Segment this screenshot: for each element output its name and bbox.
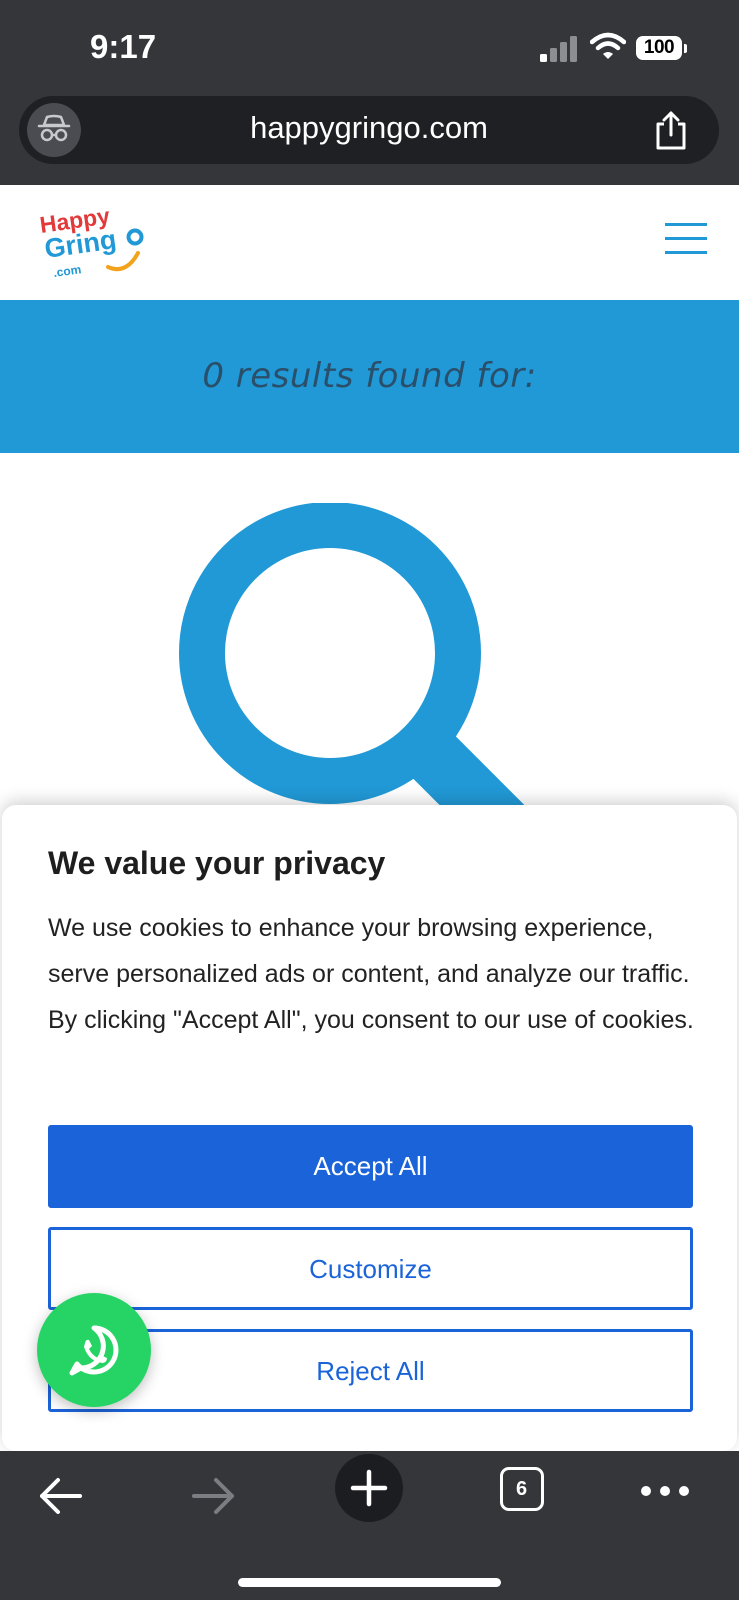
whatsapp-icon xyxy=(69,1325,119,1376)
cookie-title: We value your privacy xyxy=(48,845,386,881)
browser-address-bar: happygringo.com xyxy=(0,96,739,185)
battery-icon: 100 xyxy=(636,36,688,62)
plus-icon xyxy=(350,1469,388,1507)
whatsapp-button[interactable] xyxy=(37,1293,151,1407)
svg-text:.com: .com xyxy=(52,262,82,280)
more-icon[interactable] xyxy=(640,1485,690,1497)
cellular-signal-icon xyxy=(540,36,577,62)
search-results-banner: 0 results found for: xyxy=(0,300,739,453)
status-bar: 9:17 100 xyxy=(0,0,739,96)
forward-arrow-icon[interactable] xyxy=(190,1473,238,1519)
happy-gringo-logo[interactable]: Happy Gring .com xyxy=(38,203,148,283)
tabs-button[interactable]: 6 xyxy=(500,1467,544,1511)
url-pill[interactable]: happygringo.com xyxy=(19,96,719,164)
wifi-icon xyxy=(590,32,626,59)
share-icon[interactable] xyxy=(649,108,693,152)
incognito-button[interactable] xyxy=(27,103,81,157)
site-header: Happy Gring .com xyxy=(0,185,739,300)
hamburger-menu-icon[interactable] xyxy=(665,221,709,257)
cookie-description: We use cookies to enhance your browsing … xyxy=(48,914,694,1034)
back-arrow-icon[interactable] xyxy=(36,1473,84,1519)
battery-level: 100 xyxy=(643,37,675,58)
results-heading: 0 results found for: xyxy=(202,356,537,396)
incognito-icon xyxy=(37,114,71,142)
tab-count: 6 xyxy=(515,1478,528,1500)
accept-all-button[interactable]: Accept All xyxy=(48,1125,693,1208)
status-time: 9:17 xyxy=(90,28,157,65)
url-text[interactable]: happygringo.com xyxy=(99,110,639,146)
new-tab-button[interactable] xyxy=(335,1454,403,1522)
home-indicator[interactable] xyxy=(238,1578,501,1587)
